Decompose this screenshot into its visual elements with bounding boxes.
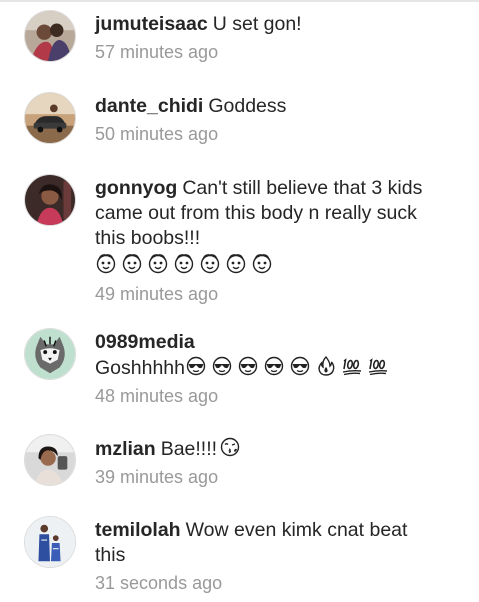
comment-timestamp: 57 minutes ago — [95, 42, 219, 62]
profile-photo-selfie-icon — [25, 435, 75, 485]
profile-photo-woman-icon — [25, 175, 75, 225]
comment-timestamp: 49 minutes ago — [95, 284, 219, 304]
comment-username[interactable]: jumuteisaac — [95, 13, 208, 35]
avatar[interactable] — [24, 174, 76, 226]
comment-username[interactable]: dante_chidi — [95, 95, 203, 117]
avatar[interactable] — [24, 92, 76, 144]
top-divider — [0, 0, 479, 2]
comment-text: Goshhhhh — [95, 357, 185, 379]
avatar[interactable] — [24, 328, 76, 380]
comment-username[interactable]: mzlian — [95, 438, 156, 460]
sunglasses-face-icon — [237, 355, 259, 377]
emoji-row — [95, 252, 440, 279]
sunglasses-face-icon — [263, 355, 285, 377]
profile-photo-car-icon — [25, 93, 75, 143]
baby-face-icon — [121, 252, 143, 274]
comment-text: U set gon! — [212, 13, 302, 35]
comment-text: Goddess — [208, 95, 287, 117]
kissing-face-icon — [219, 436, 241, 458]
avatar[interactable] — [24, 516, 76, 568]
sunglasses-face-icon — [185, 355, 207, 377]
comment-username[interactable]: gonnyog — [95, 177, 177, 199]
baby-face-icon — [147, 252, 169, 274]
avatar[interactable] — [24, 434, 76, 486]
sunglasses-face-icon — [211, 355, 233, 377]
profile-photo-tiger-icon — [25, 329, 75, 379]
comment-username[interactable]: temilolah — [95, 519, 181, 541]
hundred-points-icon — [367, 355, 389, 377]
hundred-points-icon — [341, 355, 363, 377]
sunglasses-face-icon — [289, 355, 311, 377]
emoji-group — [185, 355, 393, 379]
comment-username[interactable]: 0989media — [95, 331, 195, 353]
comment-timestamp: 31 seconds ago — [95, 573, 223, 593]
baby-face-icon — [225, 252, 247, 274]
profile-photo-family-icon — [25, 517, 75, 567]
avatar[interactable] — [24, 10, 76, 62]
baby-face-icon — [95, 252, 117, 274]
comment-timestamp: 48 minutes ago — [95, 386, 219, 406]
baby-face-icon — [251, 252, 273, 274]
fire-icon — [315, 355, 337, 377]
comment-timestamp: 39 minutes ago — [95, 467, 219, 487]
profile-photo-couple-icon — [25, 11, 75, 61]
comment-timestamp: 50 minutes ago — [95, 124, 219, 144]
baby-face-icon — [199, 252, 221, 274]
comment-text: Bae!!!! — [160, 438, 218, 460]
baby-face-icon — [173, 252, 195, 274]
